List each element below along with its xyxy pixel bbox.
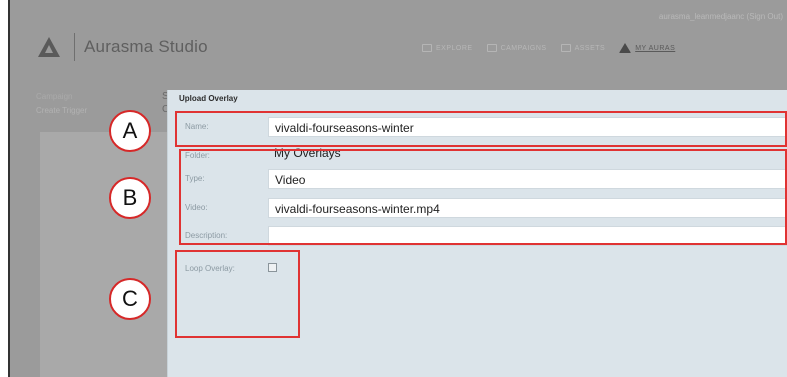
aurasma-logo-icon — [38, 37, 60, 57]
assets-icon — [560, 44, 571, 52]
annotation-marker-a: A — [109, 110, 151, 152]
main-nav: EXPLORE CAMPAIGNS ASSETS MY AURAS — [422, 43, 675, 53]
highlight-box-b — [179, 149, 787, 245]
campaign-icon — [486, 44, 497, 52]
window-left-border — [0, 0, 10, 377]
sidebar-subheading[interactable]: Create Trigger — [36, 106, 87, 115]
nav-explore-label: EXPLORE — [436, 44, 473, 52]
account-link[interactable]: aurasma_leanmedjaanc (Sign Out) — [659, 12, 783, 21]
app-header: Aurasma Studio aurasma_leanmedjaanc (Sig… — [10, 0, 787, 92]
nav-campaigns-label: CAMPAIGNS — [500, 44, 547, 52]
brand-name: Aurasma Studio — [84, 37, 208, 56]
background-panel — [40, 132, 170, 377]
nav-my-auras-label: MY AURAS — [635, 44, 676, 52]
dialog-title: Upload Overlay — [179, 94, 238, 103]
compass-icon — [422, 44, 432, 52]
sidebar-heading: Campaign — [36, 92, 73, 101]
highlight-box-a — [175, 111, 787, 147]
nav-assets[interactable]: ASSETS — [560, 44, 606, 52]
annotation-marker-b: B — [109, 177, 151, 219]
nav-assets-label: ASSETS — [574, 44, 606, 52]
aurasma-studio-window: Aurasma Studio aurasma_leanmedjaanc (Sig… — [10, 0, 787, 377]
highlight-box-c — [175, 250, 300, 338]
nav-my-auras[interactable]: MY AURAS — [619, 43, 675, 53]
nav-explore[interactable]: EXPLORE — [422, 44, 473, 52]
aura-triangle-icon — [619, 43, 632, 53]
annotation-marker-c: C — [109, 278, 151, 320]
brand-divider — [74, 33, 75, 61]
nav-campaigns[interactable]: CAMPAIGNS — [486, 44, 547, 52]
